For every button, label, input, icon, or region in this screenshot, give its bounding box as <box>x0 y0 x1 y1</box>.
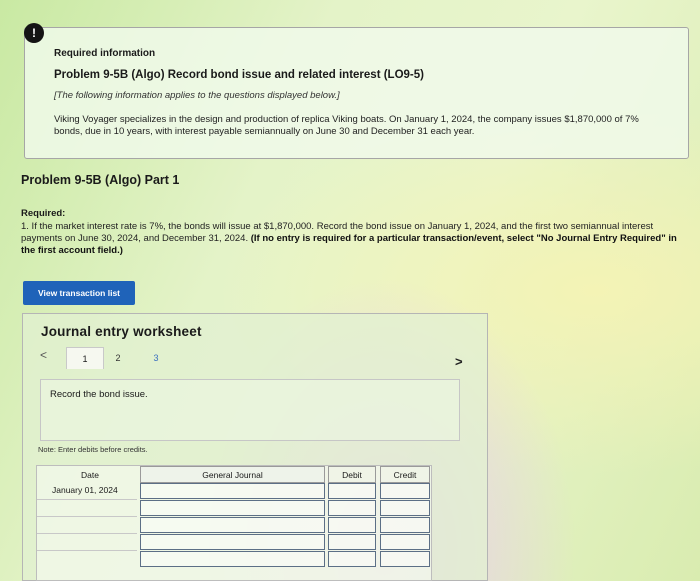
journal-credit-input[interactable] <box>380 551 430 567</box>
tab-1[interactable]: 1 <box>66 347 104 369</box>
info-heading: Required information <box>54 48 156 59</box>
problem-title: Problem 9-5B (Algo) Record bond issue an… <box>54 69 424 81</box>
journal-debit-input[interactable] <box>328 551 376 567</box>
journal-credit-input[interactable] <box>380 534 430 550</box>
row-divider <box>37 550 137 551</box>
row-divider <box>37 533 137 534</box>
required-text: 1. If the market interest rate is 7%, th… <box>21 221 681 257</box>
required-label: Required: <box>21 208 66 219</box>
chevron-right-icon[interactable]: > <box>455 354 463 369</box>
journal-account-input[interactable] <box>140 551 325 567</box>
general-journal-header: General Journal <box>140 466 325 483</box>
date-value: January 01, 2024 <box>52 485 118 495</box>
journal-debit-input[interactable] <box>328 517 376 533</box>
entry-note: Note: Enter debits before credits. <box>38 445 148 454</box>
journal-account-input[interactable] <box>140 534 325 550</box>
tab-2[interactable]: 2 <box>108 347 128 369</box>
task-description: Record the bond issue. <box>50 389 148 400</box>
date-header: Date <box>81 469 99 480</box>
info-note: [The following information applies to th… <box>54 90 340 101</box>
tab-3[interactable]: 3 <box>146 347 166 369</box>
journal-debit-input[interactable] <box>328 534 376 550</box>
journal-account-input[interactable] <box>140 483 325 499</box>
journal-account-input[interactable] <box>140 517 325 533</box>
journal-debit-input[interactable] <box>328 500 376 516</box>
worksheet-title: Journal entry worksheet <box>41 324 202 339</box>
credit-header: Credit <box>380 466 430 483</box>
journal-credit-input[interactable] <box>380 483 430 499</box>
part-title: Problem 9-5B (Algo) Part 1 <box>21 173 180 187</box>
debit-header: Debit <box>328 466 376 483</box>
chevron-left-icon[interactable]: < <box>40 348 47 362</box>
journal-debit-input[interactable] <box>328 483 376 499</box>
view-transaction-list-button[interactable]: View transaction list <box>23 281 135 305</box>
row-divider <box>37 516 137 517</box>
journal-credit-input[interactable] <box>380 500 430 516</box>
journal-credit-input[interactable] <box>380 517 430 533</box>
problem-description: Viking Voyager specializes in the design… <box>54 114 639 137</box>
journal-account-input[interactable] <box>140 500 325 516</box>
alert-icon: ! <box>24 23 44 43</box>
row-divider <box>37 499 137 500</box>
